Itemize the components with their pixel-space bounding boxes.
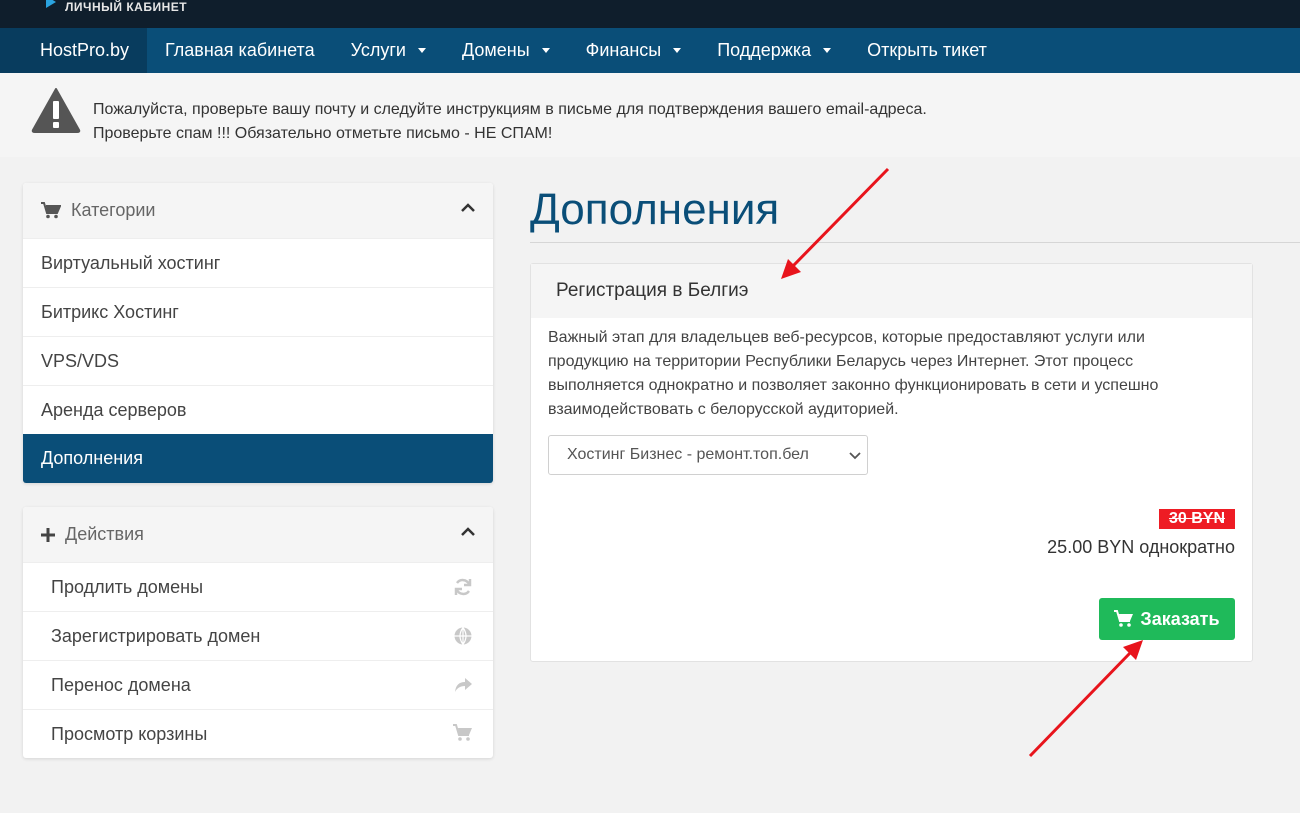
sidebar-item-addons[interactable]: Дополнения bbox=[23, 434, 493, 483]
actions-title: Действия bbox=[65, 524, 144, 544]
chevron-up-icon[interactable] bbox=[461, 203, 475, 213]
order-button[interactable]: Заказать bbox=[1099, 598, 1235, 640]
globe-icon bbox=[454, 627, 472, 645]
service-select-value: Хостинг Бизнес - ремонт.топ.бел bbox=[567, 446, 809, 463]
logo-icon bbox=[46, 0, 56, 8]
action-register-domain[interactable]: Зарегистрировать домен bbox=[23, 611, 493, 660]
service-select[interactable]: Хостинг Бизнес - ремонт.топ.бел bbox=[548, 435, 868, 475]
action-label: Продлить домены bbox=[51, 576, 204, 597]
plus-icon bbox=[41, 527, 55, 542]
categories-header[interactable]: Категории bbox=[23, 183, 493, 238]
order-button-label: Заказать bbox=[1140, 608, 1220, 629]
alert-line-2: Проверьте спам !!! Обязательно отметьте … bbox=[93, 125, 553, 142]
alert-message: Пожалуйста, проверьте вашу почту и следу… bbox=[93, 98, 927, 146]
caret-down-icon bbox=[673, 48, 682, 53]
page-title: Дополнения bbox=[530, 185, 780, 234]
sidebar-item-virtual-hosting[interactable]: Виртуальный хостинг bbox=[23, 238, 493, 287]
cart-icon bbox=[1114, 610, 1134, 627]
nav-label: Услуги bbox=[350, 40, 406, 60]
cart-icon bbox=[41, 202, 61, 219]
nav-label: Главная кабинета bbox=[165, 40, 315, 60]
nav-label: Поддержка bbox=[717, 40, 812, 60]
nav-item-services[interactable]: Услуги bbox=[333, 28, 444, 73]
nav-item-support[interactable]: Поддержка bbox=[699, 28, 849, 73]
actions-panel: Действия Продлить домены Зарегистрироват… bbox=[23, 507, 493, 758]
action-transfer-domain[interactable]: Перенос домена bbox=[23, 660, 493, 709]
nav-item-finance[interactable]: Финансы bbox=[568, 28, 700, 73]
cart-icon bbox=[453, 724, 472, 741]
categories-panel: Категории Виртуальный хостинг Битрикс Хо… bbox=[23, 183, 493, 483]
product-description: Важный этап для владельцев веб-ресурсов,… bbox=[548, 329, 1159, 418]
nav-brand-link[interactable]: HostPro.by bbox=[0, 28, 148, 73]
action-renew-domains[interactable]: Продлить домены bbox=[23, 562, 493, 611]
refresh-icon bbox=[454, 578, 472, 596]
nav-label: Домены bbox=[461, 40, 530, 60]
brand-subtitle: ЛИЧНЫЙ КАБИНЕТ bbox=[65, 0, 188, 14]
sidebar-item-bitrix-hosting[interactable]: Битрикс Хостинг bbox=[23, 287, 493, 336]
action-view-cart[interactable]: Просмотр корзины bbox=[23, 709, 493, 758]
product-name: Регистрация в Белгиэ bbox=[531, 264, 1252, 318]
caret-down-icon bbox=[823, 48, 832, 53]
actions-header[interactable]: Действия bbox=[23, 507, 493, 562]
nav-label: Открыть тикет bbox=[867, 40, 987, 60]
sidebar-item-vps-vds[interactable]: VPS/VDS bbox=[23, 336, 493, 385]
main-navbar: HostPro.by Главная кабинета Услуги Домен… bbox=[0, 28, 1300, 73]
nav-label: Финансы bbox=[585, 40, 662, 60]
sidebar-item-server-rental[interactable]: Аренда серверов bbox=[23, 385, 493, 434]
nav-item-domains[interactable]: Домены bbox=[444, 28, 568, 73]
categories-title: Категории bbox=[71, 200, 156, 220]
caret-down-icon bbox=[541, 48, 550, 53]
product-card: Регистрация в Белгиэ Важный этап для вла… bbox=[530, 263, 1253, 662]
action-label: Просмотр корзины bbox=[51, 723, 208, 744]
nav-item-home[interactable]: Главная кабинета bbox=[147, 28, 333, 73]
share-arrow-icon bbox=[455, 678, 472, 692]
alert-line-1: Пожалуйста, проверьте вашу почту и следу… bbox=[93, 101, 927, 118]
nav-item-open-ticket[interactable]: Открыть тикет bbox=[849, 28, 1005, 73]
title-divider bbox=[530, 242, 1300, 243]
action-label: Перенос домена bbox=[51, 674, 191, 695]
action-label: Зарегистрировать домен bbox=[51, 625, 261, 646]
chevron-down-icon bbox=[849, 452, 861, 460]
chevron-up-icon[interactable] bbox=[461, 527, 475, 537]
product-price: 25.00 BYN однократно bbox=[1047, 537, 1235, 557]
caret-down-icon bbox=[417, 48, 426, 53]
old-price-badge: 30 BYN bbox=[1158, 509, 1235, 529]
brand-bar: ЛИЧНЫЙ КАБИНЕТ bbox=[0, 0, 1300, 28]
warning-icon bbox=[31, 88, 81, 133]
